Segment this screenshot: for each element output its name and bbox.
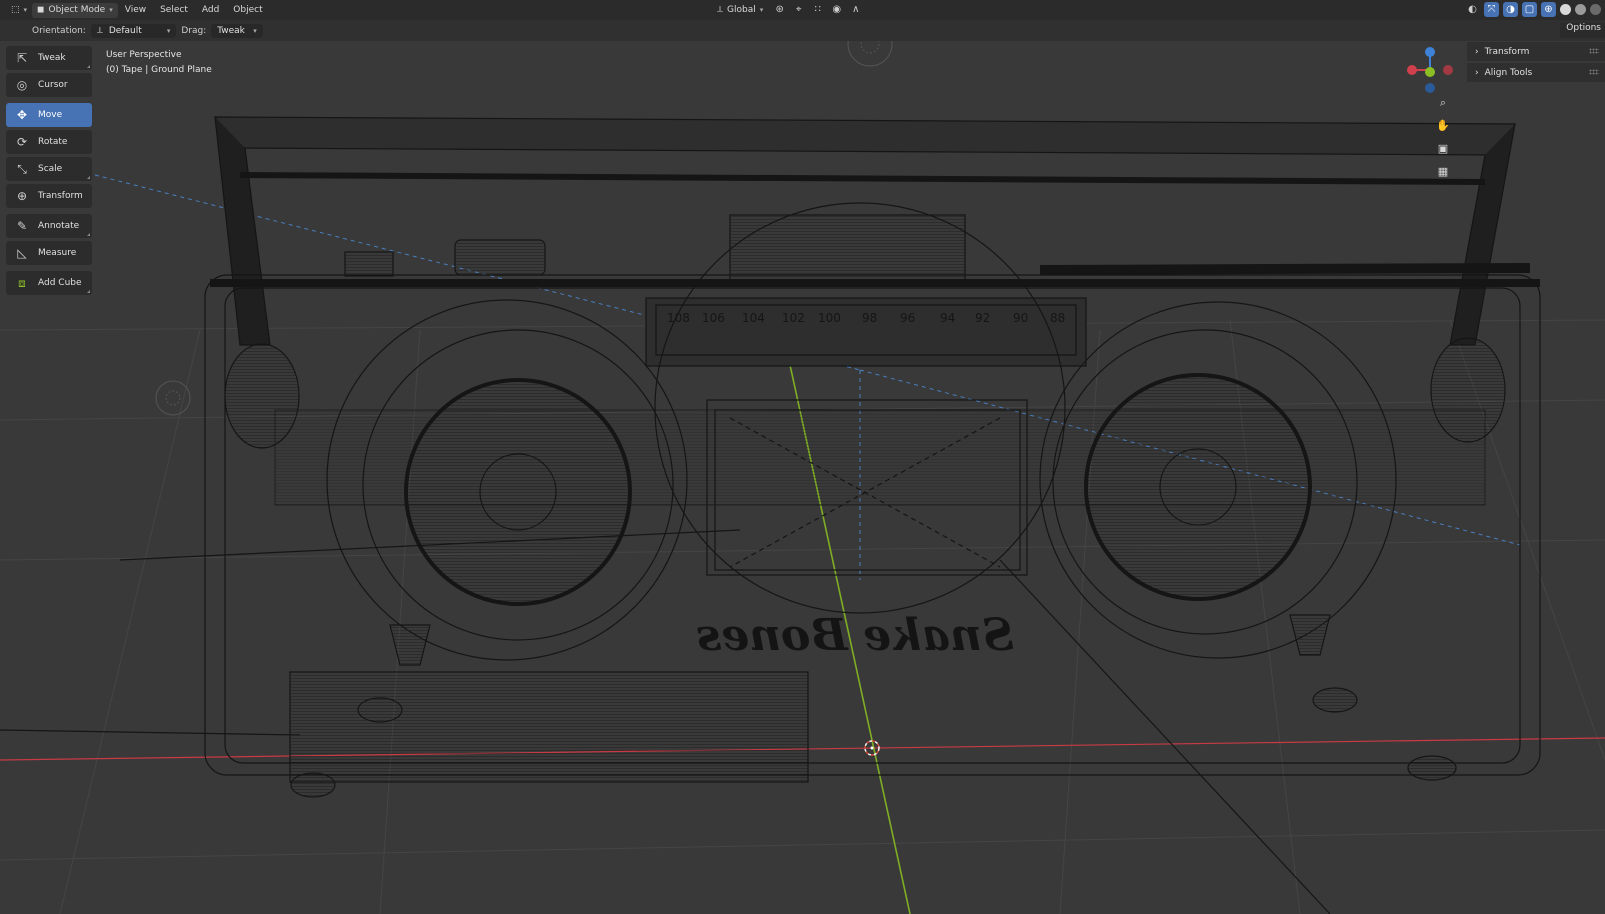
tool-label: Transform <box>38 191 83 201</box>
options-button[interactable]: Options <box>1560 23 1605 38</box>
mode-select[interactable]: ◼ Object Mode ▾ <box>32 2 118 18</box>
panel-align-tools[interactable]: › Align Tools <box>1467 63 1605 82</box>
boombox-logo: Snake Bones <box>696 610 1013 661</box>
dial-number: 104 <box>742 311 765 325</box>
snap-icon[interactable]: ⌖ <box>791 2 806 17</box>
tool-measure[interactable]: ◺ Measure <box>6 241 92 265</box>
drag-grip-icon[interactable] <box>1589 69 1599 75</box>
light-icon[interactable] <box>155 380 191 416</box>
viewport-header: ⬚ ▾ ◼ Object Mode ▾ View Select Add Objec… <box>0 0 1605 20</box>
snap-grid-icon[interactable]: ∷ <box>810 2 825 17</box>
toolbar: ⇱ Tweak ◎ Cursor ✥ Move ⟳ Rotate ⤡ Scale… <box>6 46 92 298</box>
drag-grip-icon[interactable] <box>1589 48 1599 54</box>
chevron-right-icon: › <box>1475 46 1479 57</box>
tool-label: Rotate <box>38 137 68 147</box>
object-mode-icon: ◼ <box>37 5 45 15</box>
gizmo-icon[interactable]: ⤧ <box>1484 2 1499 17</box>
tool-label: Scale <box>38 164 63 174</box>
orientation-icon: ⟂ <box>717 4 724 15</box>
falloff-icon[interactable]: ∧ <box>848 2 863 17</box>
chevron-down-icon: ▾ <box>759 5 764 14</box>
dial-number: 98 <box>862 311 877 325</box>
tool-label: Add Cube <box>38 278 82 288</box>
orientation-value: Default <box>108 25 142 36</box>
object-info-label: (0) Tape | Ground Plane <box>106 65 212 75</box>
camera-view-icon[interactable]: ▣ <box>1433 138 1453 158</box>
drag-select[interactable]: Tweak ▾ <box>211 23 263 38</box>
boombox-wireframe <box>0 116 1541 914</box>
dial-number: 96 <box>900 311 915 325</box>
xray-icon[interactable]: ▢ <box>1522 2 1537 17</box>
solid-shading-icon[interactable] <box>1560 4 1571 15</box>
tool-settings-bar: Orientation: ⟂ Default ▾ Drag: Tweak ▾ <box>0 20 1605 41</box>
tool-rotate[interactable]: ⟳ Rotate <box>6 130 92 154</box>
add-cube-icon: ⧈ <box>18 275 26 290</box>
chevron-right-icon: › <box>1475 67 1479 78</box>
tool-move[interactable]: ✥ Move <box>6 103 92 127</box>
dial-number: 92 <box>975 311 990 325</box>
tool-add-cube[interactable]: ⧈ Add Cube <box>6 271 92 295</box>
menu-object[interactable]: Object <box>226 5 269 15</box>
panel-title: Align Tools <box>1484 67 1533 78</box>
tool-scale[interactable]: ⤡ Scale <box>6 157 92 181</box>
orientation-label: Orientation: <box>32 25 86 36</box>
tool-label: Measure <box>38 248 77 258</box>
tool-tweak[interactable]: ⇱ Tweak <box>6 46 92 70</box>
rendered-shading-icon[interactable] <box>1590 4 1601 15</box>
dial-number: 90 <box>1013 311 1028 325</box>
overlay-icon[interactable]: ◑ <box>1503 2 1518 17</box>
chevron-down-icon: ▾ <box>109 6 113 14</box>
navigation-gizmo[interactable] <box>1407 47 1453 93</box>
dial-number: 108 <box>667 311 690 325</box>
tool-cursor[interactable]: ◎ Cursor <box>6 73 92 97</box>
material-shading-icon[interactable] <box>1575 4 1586 15</box>
move-icon: ✥ <box>16 108 28 122</box>
transform-orientation-select[interactable]: ⟂ Global ▾ <box>712 2 768 17</box>
wireframe-shading-icon[interactable]: ⊕ <box>1541 2 1556 17</box>
scale-icon: ⤡ <box>17 161 27 176</box>
pan-hand-icon[interactable]: ✋ <box>1433 115 1453 135</box>
measure-icon: ◺ <box>17 246 27 260</box>
menu-add[interactable]: Add <box>195 5 226 15</box>
tool-annotate[interactable]: ✎ Annotate <box>6 214 92 238</box>
tweak-icon: ⇱ <box>16 51 28 65</box>
chevron-down-icon: ▾ <box>253 26 257 35</box>
tool-transform[interactable]: ⊕ Transform <box>6 184 92 208</box>
tool-label: Tweak <box>38 53 66 63</box>
sidebar-panel: › Transform › Align Tools <box>1467 42 1605 84</box>
tool-label: Cursor <box>38 80 68 90</box>
dial-number: 88 <box>1050 311 1065 325</box>
transform-space-value: Global <box>727 4 756 15</box>
orientation-select[interactable]: ⟂ Default ▾ <box>90 23 177 38</box>
proportional-edit-icon[interactable]: ◉ <box>829 2 844 17</box>
tool-label: Move <box>38 110 63 120</box>
annotate-icon: ✎ <box>16 219 28 233</box>
dial-number: 100 <box>818 311 841 325</box>
menu-view[interactable]: View <box>118 5 153 15</box>
dial-number: 106 <box>702 311 725 325</box>
menu-select[interactable]: Select <box>153 5 195 15</box>
ortho-grid-icon[interactable]: ▦ <box>1433 161 1453 181</box>
viewport-info: User Perspective (0) Tape | Ground Plane <box>106 48 212 78</box>
chevron-down-icon: ▾ <box>166 26 171 35</box>
zoom-icon[interactable]: ⌕ <box>1433 93 1453 113</box>
mode-select-value: Object Mode <box>48 5 106 15</box>
panel-transform[interactable]: › Transform <box>1467 42 1605 61</box>
drag-value: Tweak <box>217 25 245 36</box>
3d-viewport[interactable]: 108 106 104 102 100 98 96 94 92 90 88 Sn… <box>0 0 1605 914</box>
transform-icon: ⊕ <box>16 189 28 203</box>
cursor-icon: ◎ <box>16 78 28 92</box>
dial-number: 94 <box>940 311 955 325</box>
drag-label: Drag: <box>181 25 207 36</box>
pivot-icon[interactable]: ⊛ <box>772 2 787 17</box>
panel-title: Transform <box>1484 46 1530 57</box>
visibility-icon[interactable]: ◐ <box>1465 2 1480 17</box>
viewport-icon: ⬚ <box>11 5 20 15</box>
perspective-label: User Perspective <box>106 50 182 60</box>
dial-number: 102 <box>782 311 805 325</box>
tool-label: Annotate <box>38 221 80 231</box>
orientation-icon: ⟂ <box>96 25 103 36</box>
rotate-icon: ⟳ <box>16 135 28 149</box>
editor-type-button[interactable]: ⬚ ▾ <box>6 3 32 18</box>
